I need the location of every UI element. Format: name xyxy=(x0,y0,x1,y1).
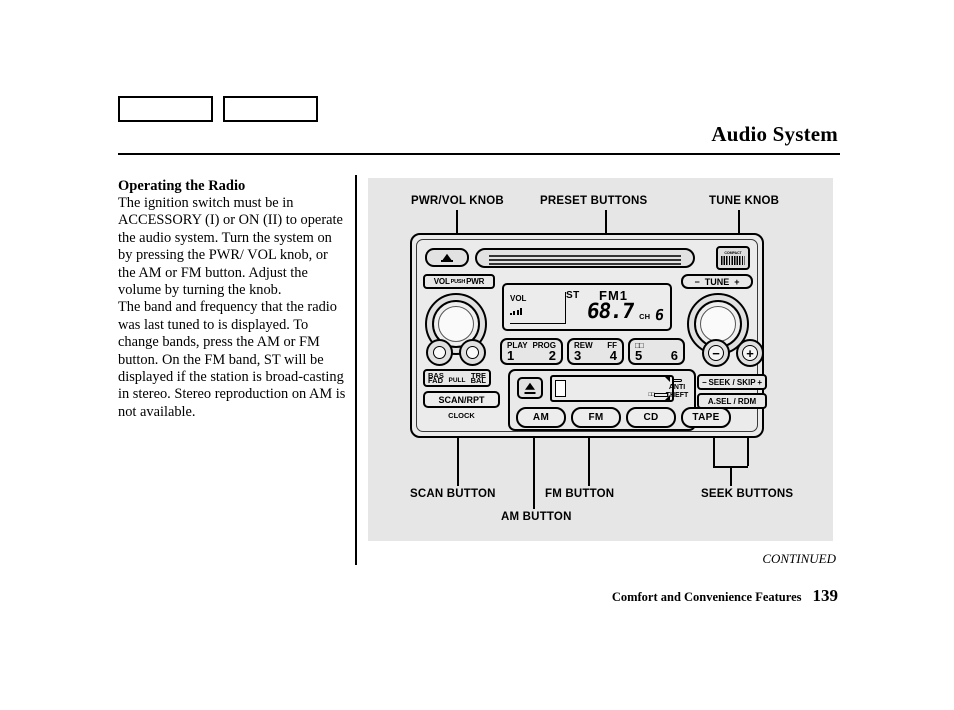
lcd-vol-label: VOL xyxy=(510,294,527,303)
tape-section: □□ ANTI THEFT AM FM CD TAPE xyxy=(508,369,731,431)
lcd-frequency: 68.7 xyxy=(585,299,636,323)
seek-skip-label: − SEEK / SKIP + xyxy=(697,374,767,390)
column-divider xyxy=(355,175,357,565)
callout-scan-button: SCAN BUTTON xyxy=(410,488,496,500)
tape-eject-button[interactable] xyxy=(517,377,543,399)
anti-theft-indicator: ANTI THEFT xyxy=(664,379,690,400)
anti-theft-led-icon xyxy=(672,379,682,382)
preset-1-number: 1 xyxy=(507,348,515,363)
preset-button-1-2[interactable]: PLAY PROG 1 2 xyxy=(500,338,563,365)
pwr-label-text: PWR xyxy=(466,277,485,286)
seek-minus-icon: − xyxy=(708,345,724,361)
theft-text: THEFT xyxy=(665,392,689,399)
callout-fm-button: FM BUTTON xyxy=(545,488,615,500)
eject-icon xyxy=(441,260,453,262)
bass-fader-knob[interactable] xyxy=(426,339,453,366)
cd-slot[interactable] xyxy=(475,248,695,268)
cd-button[interactable]: CD xyxy=(626,407,676,428)
compact-disc-logo-icon: COMPACT xyxy=(716,246,750,270)
cassette-slot[interactable]: □□ xyxy=(550,375,674,402)
tune-minus-text: − xyxy=(694,276,700,287)
cd-logo-bars xyxy=(721,256,745,265)
preset-5-number: 5 xyxy=(635,348,643,363)
footer-section-title: Comfort and Convenience Features xyxy=(611,590,802,604)
seek-plus-icon: + xyxy=(742,345,758,361)
fad-text: FAD xyxy=(428,376,443,385)
clock-label: CLOCK xyxy=(448,411,475,420)
treble-balance-knob[interactable] xyxy=(459,339,486,366)
anti-text: ANTI xyxy=(668,384,686,391)
am-button[interactable]: AM xyxy=(516,407,566,428)
lcd-channel-number: 6 xyxy=(653,306,666,324)
push-label-text: PUSH xyxy=(450,278,466,285)
callout-pwr-vol-knob: PWR/VOL KNOB xyxy=(411,195,504,207)
header-tab-1[interactable] xyxy=(118,96,213,122)
bal-text: BAL xyxy=(470,376,486,385)
seek-plus-text: + xyxy=(757,377,762,387)
tape-eject-icon xyxy=(524,392,536,394)
preset-button-3-4[interactable]: REW FF 3 4 xyxy=(567,338,624,365)
seek-up-button[interactable]: + xyxy=(736,339,764,367)
lcd-display: VOL ST FM1 68.7 CH 6 xyxy=(502,283,672,331)
vol-push-pwr-label: VOL PUSH PWR xyxy=(423,274,495,289)
fm-button[interactable]: FM xyxy=(571,407,621,428)
page-title: Audio System xyxy=(711,122,838,146)
tape-button[interactable]: TAPE xyxy=(681,407,731,428)
lcd-channel-label: CH xyxy=(639,312,650,321)
callout-preset-buttons: PRESET BUTTONS xyxy=(540,195,648,207)
cd-eject-button[interactable] xyxy=(425,248,469,267)
header-rule xyxy=(118,153,840,155)
article-paragraph-2: The band and frequency that the radio wa… xyxy=(118,299,346,420)
tone-control-label: BAS TRE FAD BAL PULL xyxy=(423,369,491,387)
scan-rpt-button[interactable]: SCAN/RPT xyxy=(423,391,500,408)
tune-label-text: TUNE xyxy=(704,276,730,287)
vol-label-text: VOL xyxy=(433,277,450,286)
preset-6-number: 6 xyxy=(670,348,678,363)
leader-seek-stem xyxy=(730,466,732,486)
preset-button-5-6[interactable]: □□ 5 6 xyxy=(628,338,685,365)
preset-2-number: 2 xyxy=(548,348,556,363)
section-heading: Operating the Radio xyxy=(118,178,246,194)
callout-tune-knob: TUNE KNOB xyxy=(709,195,780,207)
tune-plus-text: + xyxy=(734,276,740,287)
footer: Comfort and Convenience Features 139 xyxy=(612,586,838,606)
seek-minus-text: − xyxy=(702,377,707,387)
radio-faceplate: COMPACT VOL PUSH PWR − TUNE + VOL ST FM1… xyxy=(410,233,767,438)
tune-label: − TUNE + xyxy=(681,274,753,289)
header-tab-group xyxy=(118,96,318,122)
lcd-stereo-indicator: ST xyxy=(566,290,580,301)
seek-skip-text: SEEK / SKIP xyxy=(708,377,756,387)
preset-4-number: 4 xyxy=(609,348,617,363)
preset-3-number: 3 xyxy=(574,348,582,363)
header-tab-2[interactable] xyxy=(223,96,318,122)
article-paragraph-1: The ignition switch must be in ACCESSORY… xyxy=(118,195,343,299)
pull-text: PULL xyxy=(448,377,466,384)
cd-logo-top-text: COMPACT xyxy=(724,251,742,255)
callout-seek-buttons: SEEK BUTTONS xyxy=(701,488,794,500)
continued-note: CONTINUED xyxy=(762,551,836,566)
figure-panel: PWR/VOL KNOB PRESET BUTTONS TUNE KNOB SC… xyxy=(368,178,833,541)
lcd-volume-bars xyxy=(510,307,522,315)
asel-rdm-label: A.SEL / RDM xyxy=(697,393,767,409)
cassette-window xyxy=(555,380,566,397)
callout-am-button: AM BUTTON xyxy=(501,511,572,523)
page-number: 139 xyxy=(812,586,839,605)
seek-down-button[interactable]: − xyxy=(702,339,730,367)
article-text-column: Operating the Radio The ignition switch … xyxy=(118,178,346,421)
